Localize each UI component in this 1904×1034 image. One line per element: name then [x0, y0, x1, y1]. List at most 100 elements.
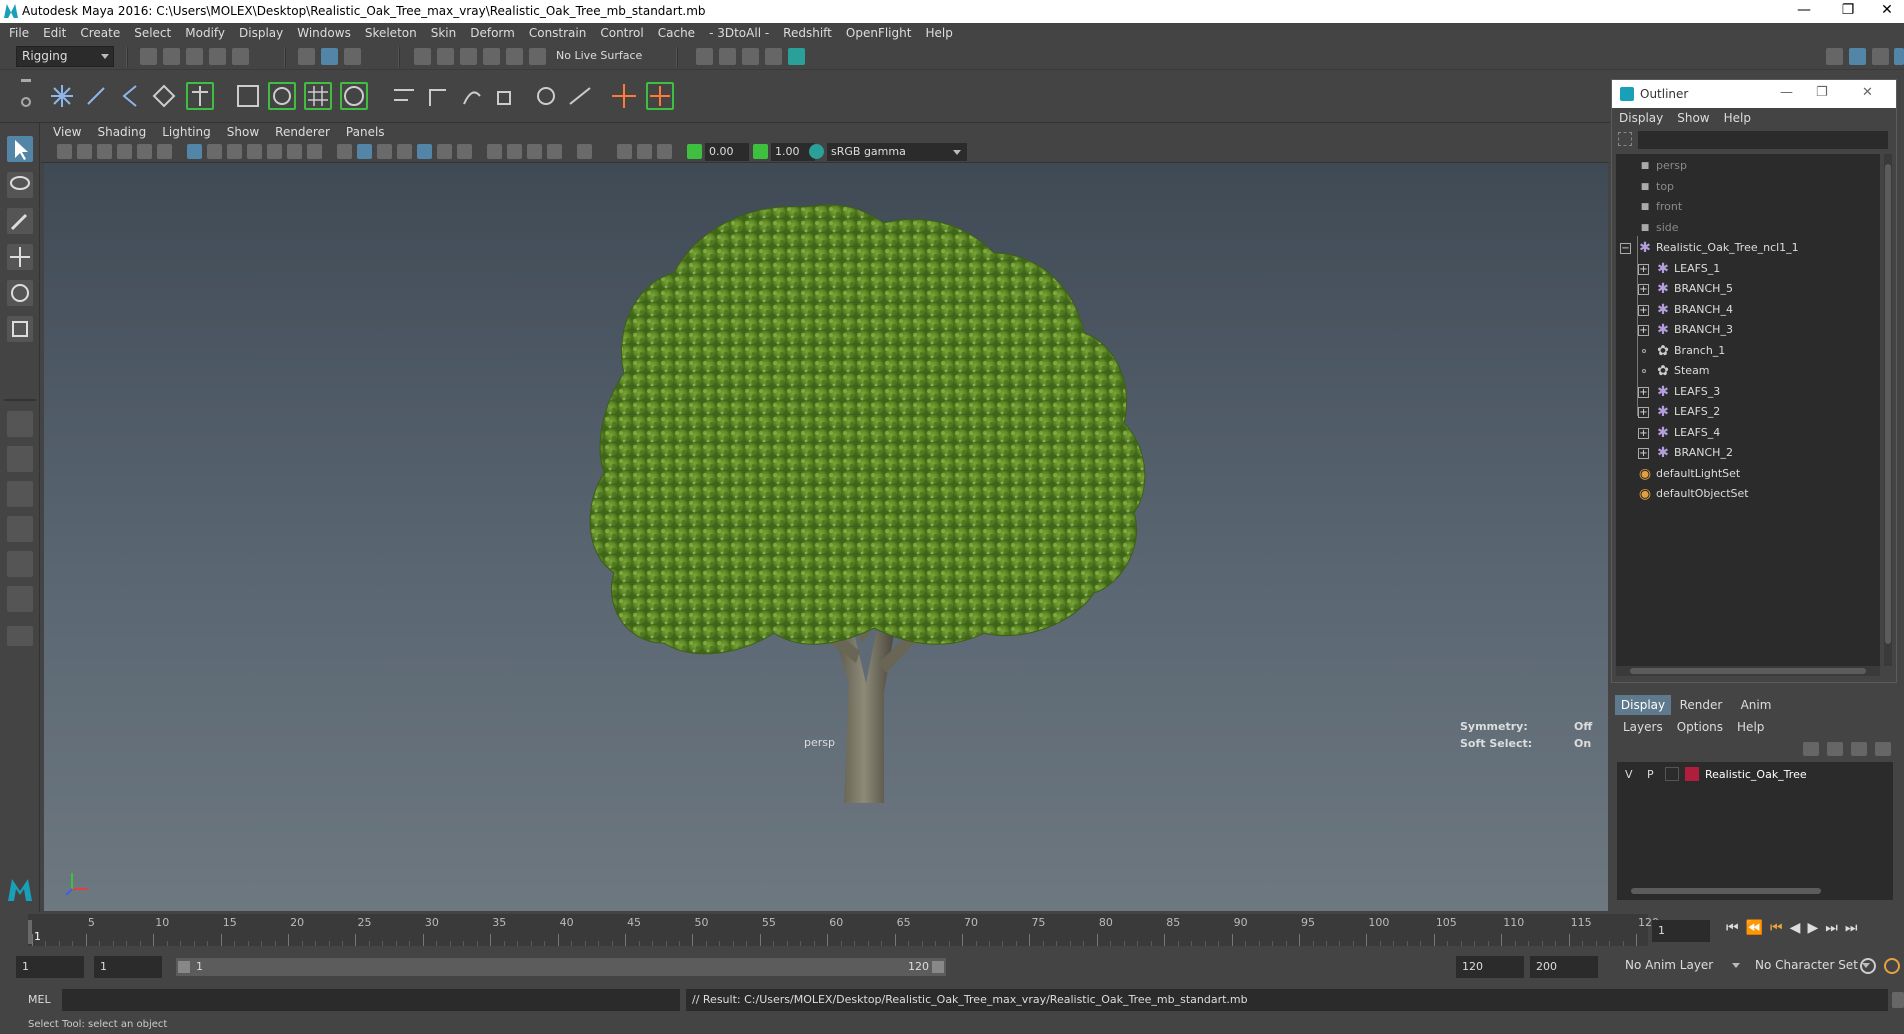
- outliner-search-input[interactable]: [1638, 131, 1888, 149]
- command-language-label[interactable]: MEL: [28, 993, 51, 1006]
- filter-icon[interactable]: [1618, 132, 1632, 146]
- expand-icon[interactable]: +: [1638, 448, 1649, 459]
- tab-display[interactable]: Display: [1615, 695, 1671, 715]
- outliner-item[interactable]: ■ front: [1616, 197, 1880, 217]
- script-editor-icon[interactable]: [1892, 992, 1904, 1008]
- scale-constraint-icon[interactable]: [492, 82, 520, 110]
- viewport-persp[interactable]: persp Symmetry: Off Soft Select: On: [44, 163, 1608, 911]
- use-lights-icon[interactable]: [417, 144, 432, 159]
- anti-aliasing-icon[interactable]: [507, 144, 522, 159]
- ik-fk-switch-icon[interactable]: [646, 82, 674, 110]
- colorspace-dropdown[interactable]: sRGB gamma: [827, 143, 967, 161]
- playback-end-field[interactable]: 120: [1456, 956, 1524, 978]
- menu-skin[interactable]: Skin: [424, 23, 464, 43]
- layer-row[interactable]: V P Realistic_Oak_Tree: [1617, 764, 1893, 784]
- undo-icon[interactable]: [209, 48, 226, 65]
- layer-name[interactable]: Realistic_Oak_Tree: [1705, 768, 1807, 781]
- current-time-marker[interactable]: [28, 920, 32, 944]
- layer-type-toggle[interactable]: [1665, 767, 1679, 781]
- step-back-key-icon[interactable]: ⏮: [1770, 920, 1790, 936]
- step-back-icon[interactable]: ⏪: [1746, 920, 1770, 936]
- safe-action-icon[interactable]: [287, 144, 302, 159]
- layer-menu-layers[interactable]: Layers: [1623, 720, 1663, 734]
- new-layer-icon[interactable]: [1851, 742, 1867, 756]
- select-hierarchy-icon[interactable]: [298, 48, 315, 65]
- panel-menu-show[interactable]: Show: [219, 123, 267, 141]
- new-scene-icon[interactable]: [140, 48, 157, 65]
- field-chart-icon[interactable]: [267, 144, 282, 159]
- grease-pencil-icon[interactable]: [157, 144, 172, 159]
- scrollbar-thumb[interactable]: [1630, 668, 1866, 674]
- collapse-icon[interactable]: −: [1620, 243, 1631, 254]
- end-time-field[interactable]: 200: [1530, 956, 1598, 978]
- time-slider-track[interactable]: 1 5 10 15 20 25 30 35 40 45 50 55 60 65 70 75 80 85 90 95 10…: [28, 914, 1659, 946]
- go-to-end-icon[interactable]: ⏭: [1845, 920, 1865, 936]
- menu-modify[interactable]: Modify: [178, 23, 232, 43]
- tab-anim[interactable]: Anim: [1731, 695, 1781, 715]
- auto-key-icon[interactable]: [1860, 958, 1876, 974]
- outliner-item[interactable]: ■ side: [1616, 218, 1880, 238]
- close-button[interactable]: ✕: [1862, 85, 1873, 100]
- outliner-item[interactable]: + ✱ BRANCH_2: [1616, 443, 1880, 463]
- snap-point-icon[interactable]: [460, 48, 477, 65]
- play-forward-icon[interactable]: ▶: [1807, 920, 1825, 936]
- outliner-item[interactable]: + ✱ LEAFS_2: [1616, 402, 1880, 422]
- menu-select[interactable]: Select: [127, 23, 178, 43]
- move-layer-up-icon[interactable]: [1803, 742, 1819, 756]
- playback-start-field[interactable]: 1: [94, 956, 162, 978]
- panel-menu-shading[interactable]: Shading: [89, 123, 154, 141]
- outliner-vertical-scrollbar[interactable]: [1884, 154, 1892, 666]
- expand-icon[interactable]: +: [1638, 263, 1649, 275]
- expand-icon[interactable]: +: [1638, 427, 1649, 439]
- image-plane-icon[interactable]: [117, 144, 132, 159]
- range-end-handle[interactable]: [932, 961, 944, 973]
- ik-spline-icon[interactable]: [116, 82, 144, 110]
- expand-icon[interactable]: +: [1638, 325, 1649, 336]
- modeling-toolkit-icon[interactable]: [1826, 48, 1843, 65]
- camera-select-icon[interactable]: [57, 144, 72, 159]
- select-tool-icon[interactable]: [7, 136, 33, 162]
- shelf-menu-icon[interactable]: [21, 79, 31, 82]
- orient-constraint-icon[interactable]: [566, 82, 594, 110]
- camera-attributes-icon[interactable]: [77, 144, 92, 159]
- menu-openflight[interactable]: OpenFlight: [839, 23, 919, 43]
- uv-persp-layout-icon[interactable]: [7, 586, 33, 612]
- menu-help[interactable]: Help: [918, 23, 959, 43]
- panel-menu-panels[interactable]: Panels: [338, 123, 393, 141]
- ipr-render-icon[interactable]: [742, 48, 759, 65]
- gate-mask-icon[interactable]: [247, 144, 262, 159]
- paint-weights-icon[interactable]: [234, 82, 262, 110]
- wrap-deformer-icon[interactable]: [340, 82, 368, 110]
- save-scene-icon[interactable]: [186, 48, 203, 65]
- backface-culling-icon[interactable]: [657, 144, 672, 159]
- safe-title-icon[interactable]: [307, 144, 322, 159]
- scrollbar-thumb[interactable]: [1631, 888, 1821, 894]
- ik-handle-icon[interactable]: [82, 82, 110, 110]
- layer-visibility-toggle[interactable]: V: [1625, 768, 1633, 781]
- snap-curve-icon[interactable]: [437, 48, 454, 65]
- shelf-settings-icon[interactable]: [21, 97, 31, 107]
- xray-icon[interactable]: [547, 144, 562, 159]
- range-start-handle[interactable]: [178, 961, 190, 973]
- skin-bind-icon[interactable]: [150, 82, 178, 110]
- tab-render[interactable]: Render: [1673, 695, 1729, 715]
- select-object-icon[interactable]: [321, 48, 338, 65]
- menu-redshift[interactable]: Redshift: [776, 23, 839, 43]
- layer-playback-toggle[interactable]: P: [1647, 768, 1654, 781]
- more-layouts-icon[interactable]: [7, 626, 33, 646]
- outliner-persp-layout-icon[interactable]: [7, 481, 33, 507]
- make-live-icon[interactable]: [529, 48, 546, 65]
- render-view-icon[interactable]: [696, 48, 713, 65]
- outliner-horizontal-scrollbar[interactable]: [1616, 666, 1880, 676]
- locator-icon[interactable]: [610, 82, 638, 110]
- pole-vector-icon[interactable]: [532, 82, 560, 110]
- four-view-layout-icon[interactable]: [7, 446, 33, 472]
- outliner-item[interactable]: ◉ defaultLightSet: [1616, 464, 1880, 484]
- attribute-editor-icon[interactable]: [1849, 48, 1866, 65]
- render-settings-icon[interactable]: [765, 48, 782, 65]
- two-d-pan-zoom-icon[interactable]: [137, 144, 152, 159]
- menu-3dtoall[interactable]: - 3DtoAll -: [702, 23, 776, 43]
- single-perspective-layout-icon[interactable]: [7, 411, 33, 437]
- cluster-icon[interactable]: [268, 82, 296, 110]
- depth-of-field-icon[interactable]: [527, 144, 542, 159]
